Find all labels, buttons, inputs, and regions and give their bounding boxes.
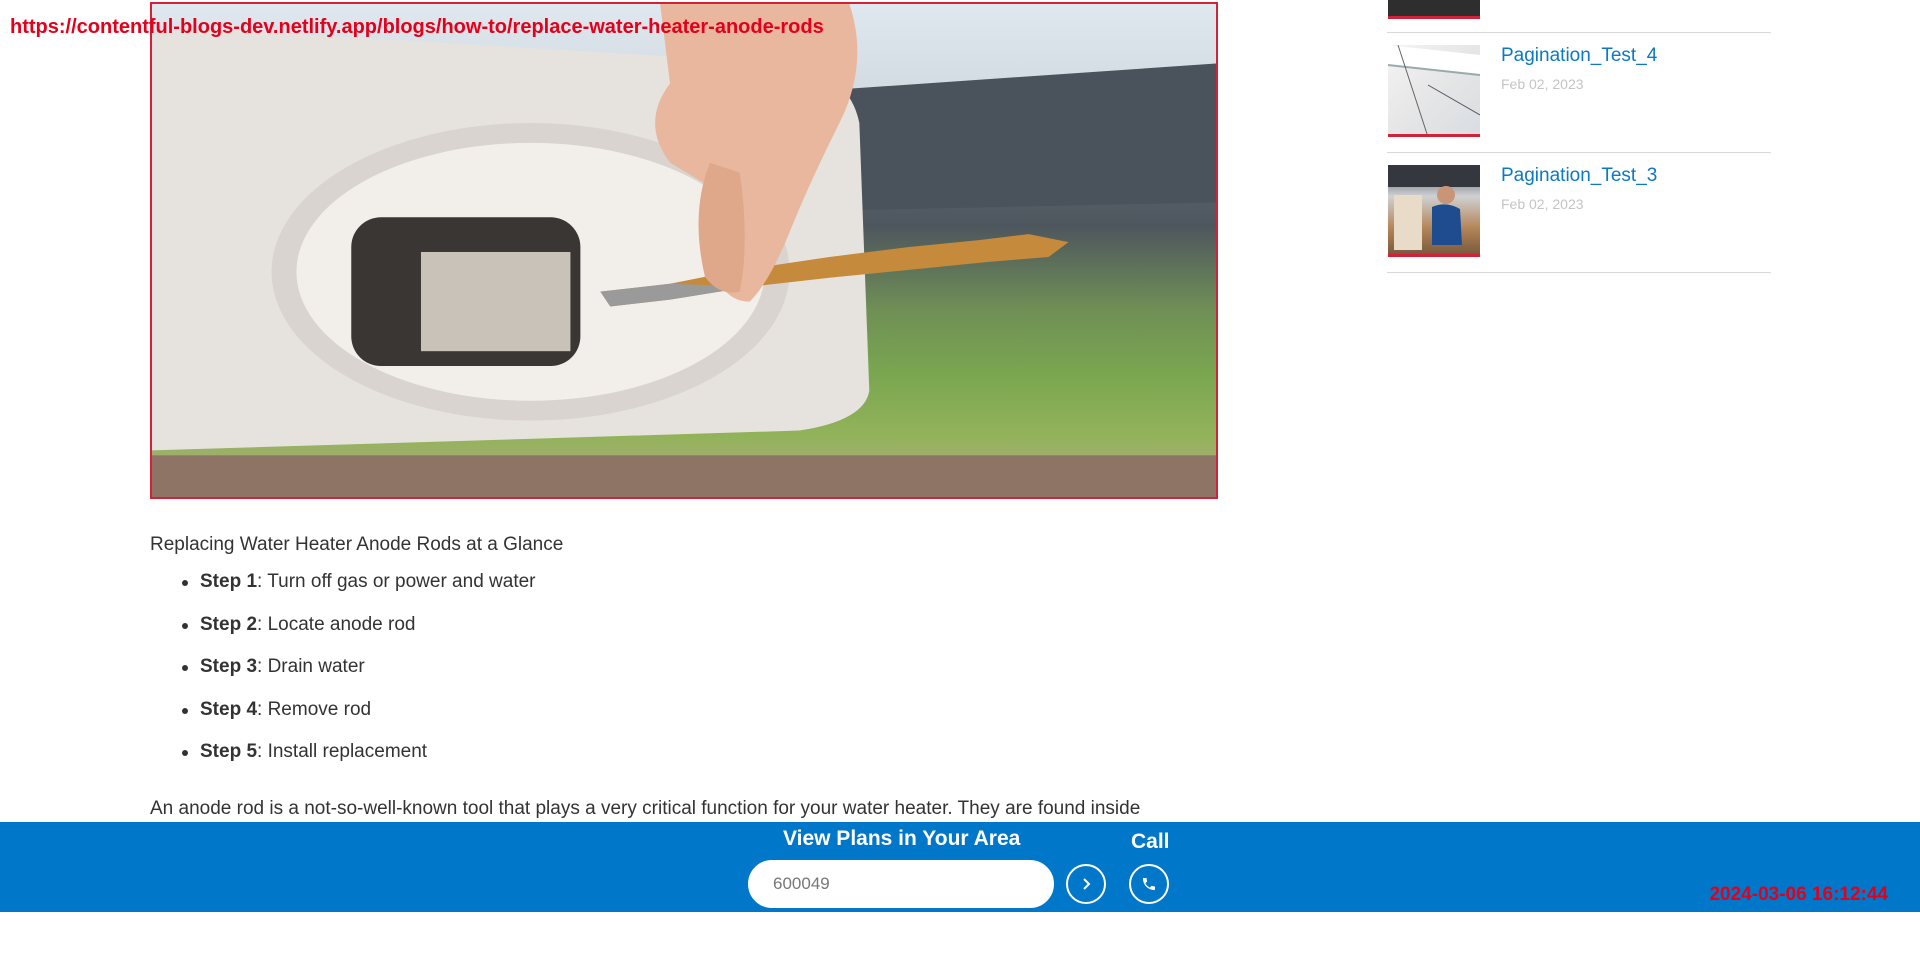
house-eave-thumbnail [1388,45,1480,134]
anode-rod-photo [152,4,1216,497]
intro-paragraph: An anode rod is a not-so-well-known tool… [150,798,1141,819]
list-item: Step 4: Remove rod [182,698,1220,741]
post-date: Feb 02, 2023 [1501,76,1584,92]
post-thumbnail[interactable] [1388,165,1480,257]
list-item: Step 5: Install replacement [182,740,1220,783]
post-thumbnail[interactable] [1388,0,1480,19]
phone-icon [1143,878,1155,890]
technician-thumbnail [1388,165,1480,250]
list-item: Step 2: Locate anode rod [182,613,1220,656]
zip-code-input[interactable] [748,860,1054,908]
steps-list: Step 1: Turn off gas or power and water … [150,570,1220,783]
call-label: Call [1131,830,1170,853]
step-label: Step 2 [200,613,258,635]
related-post-item[interactable] [1387,0,1771,33]
url-overlay: https://contentful-blogs-dev.netlify.app… [10,16,824,38]
post-date: Feb 02, 2023 [1501,196,1584,212]
step-text: : Turn off gas or power and water [257,571,536,592]
hero-image [150,2,1218,499]
step-label: Step 5 [200,741,258,762]
view-plans-label: View Plans in Your Area [783,827,1021,850]
related-posts-sidebar: Pagination_Test_4 Feb 02, 2023 Paginatio… [1387,0,1771,273]
article-body: Replacing Water Heater Anode Rods at a G… [150,534,1220,819]
step-label: Step 4 [200,698,258,720]
glance-heading: Replacing Water Heater Anode Rods at a G… [150,534,564,555]
step-text: : Remove rod [257,698,372,720]
post-title-link[interactable]: Pagination_Test_4 [1501,45,1657,67]
timestamp-overlay: 2024-03-06 16:12:44 [1709,884,1888,905]
related-post-item[interactable]: Pagination_Test_3 Feb 02, 2023 [1387,153,1771,273]
step-label: Step 1 [200,571,258,592]
list-item: Step 1: Turn off gas or power and water [182,570,1220,613]
step-text: : Drain water [257,656,365,677]
call-button[interactable] [1129,864,1169,904]
list-item: Step 3: Drain water [182,655,1220,698]
search-plans-button[interactable] [1066,864,1106,904]
step-label: Step 3 [200,656,258,677]
post-thumbnail[interactable] [1388,45,1480,137]
chevron-right-icon [1083,878,1091,890]
related-post-item[interactable]: Pagination_Test_4 Feb 02, 2023 [1387,33,1771,153]
post-title-link[interactable]: Pagination_Test_3 [1501,165,1657,187]
step-text: : Locate anode rod [257,613,416,635]
bottom-cta-bar: View Plans in Your Area Call 2024-03-06 … [0,822,1920,912]
step-text: : Install replacement [257,741,428,762]
